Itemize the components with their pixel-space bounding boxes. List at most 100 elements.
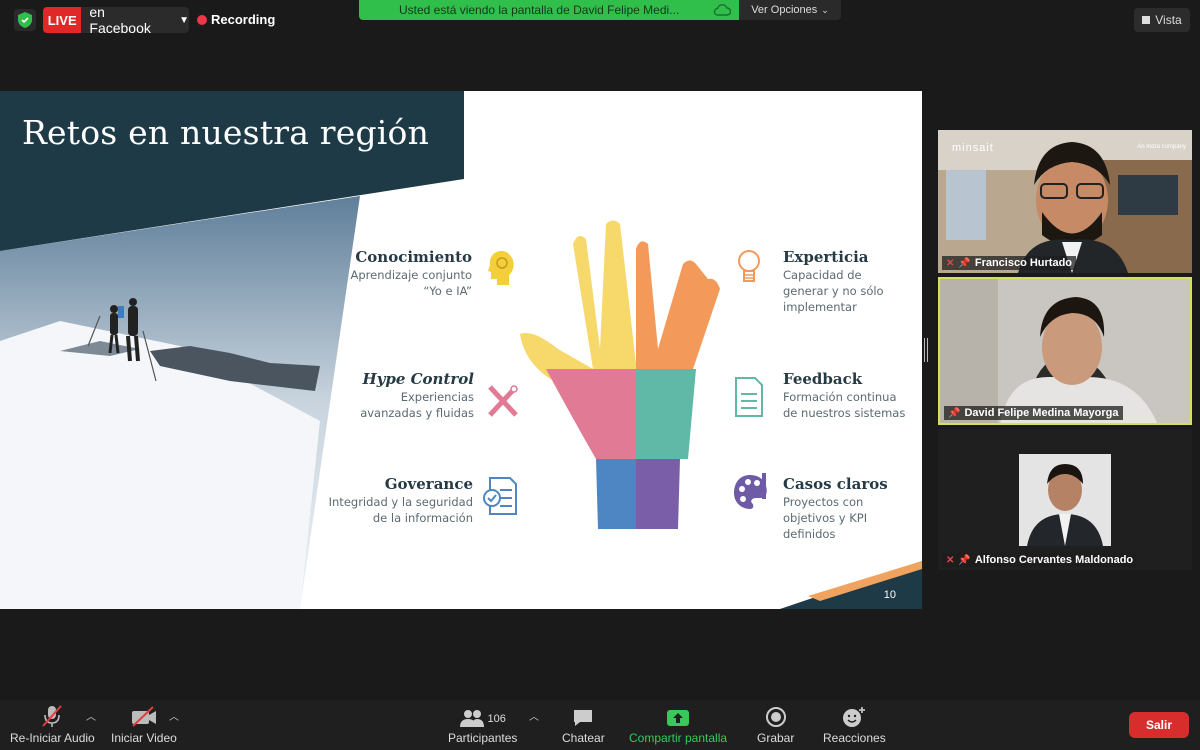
audio-button[interactable]: Re-Iniciar Audio	[10, 704, 95, 745]
item-title: Feedback	[783, 370, 863, 388]
item-desc: de la información	[372, 511, 473, 525]
panel-resize-handle[interactable]	[924, 338, 928, 362]
share-screen-icon	[666, 704, 690, 728]
item-desc: definidos	[783, 527, 836, 541]
reactions-label: Reacciones	[823, 731, 886, 745]
security-shield-icon[interactable]	[14, 9, 36, 31]
participant-name: David Felipe Medina Mayorga	[964, 407, 1119, 419]
pin-icon: 📌	[948, 407, 961, 419]
participant-name: Francisco Hurtado	[974, 257, 1073, 269]
item-title: Hype Control	[362, 370, 474, 388]
participant-tile[interactable]: ✕ 📌 Alfonso Cervantes Maldonado	[938, 429, 1192, 570]
hand-puzzle-illustration	[520, 220, 720, 529]
participant-video	[940, 279, 1190, 423]
recording-label: Recording	[211, 12, 276, 27]
live-destination: en Facebook	[89, 7, 151, 33]
chevron-down-icon: ⌄	[821, 4, 829, 15]
item-title: Conocimiento	[355, 248, 472, 266]
video-options-caret[interactable]: ︿	[169, 708, 179, 723]
pin-icon: 📌	[958, 554, 971, 566]
live-tag: LIVE	[43, 7, 82, 33]
video-off-icon	[131, 704, 157, 728]
palette-icon	[734, 473, 767, 509]
recording-indicator[interactable]: Recording	[197, 12, 275, 27]
caret-down-icon: ▼	[179, 14, 189, 26]
live-stream-button[interactable]: LIVE en Facebook ▼	[43, 7, 189, 33]
challenge-item-governance: Goverance Integridad y la seguridad de l…	[300, 475, 473, 525]
slide-title: Retos en nuestra región	[22, 113, 430, 152]
shared-slide: Retos en nuestra región Conocimiento Apr…	[0, 91, 922, 609]
record-icon	[765, 704, 787, 728]
leave-label: Salir	[1145, 718, 1172, 732]
participant-name-label: ✕ 📌 Alfonso Cervantes Maldonado	[942, 553, 1138, 567]
participants-button[interactable]: 106 Participantes	[448, 704, 517, 745]
record-dot-icon	[197, 14, 207, 25]
item-desc: Experiencias	[400, 390, 474, 404]
leave-meeting-button[interactable]: Salir	[1129, 712, 1189, 738]
document-lines-icon	[735, 377, 763, 417]
challenge-item-hype-control: Hype Control Experiencias avanzadas y fl…	[300, 370, 474, 420]
meeting-toolbar: Re-Iniciar Audio ︿ Iniciar Video ︿ 106 P…	[0, 700, 1200, 750]
participants-count: 106	[487, 713, 506, 725]
document-check-icon	[483, 477, 517, 515]
muted-microphone-icon	[40, 704, 64, 728]
view-button-label: Vista	[1155, 13, 1182, 27]
screen-share-banner: Usted está viendo la pantalla de David F…	[359, 0, 739, 20]
grid-view-icon	[1142, 16, 1151, 24]
muted-mic-icon: ✕	[946, 257, 955, 269]
share-screen-label: Compartir pantalla	[629, 731, 728, 745]
challenge-item-expertise: Experticia Capacidad de generar y no sól…	[783, 248, 913, 314]
chat-button[interactable]: Chatear	[562, 704, 605, 745]
view-options-button[interactable]: Ver Opciones ⌄	[739, 0, 841, 20]
item-desc: objetivos y KPI	[783, 511, 868, 525]
participant-name-label: ✕ 📌 Francisco Hurtado	[942, 256, 1077, 270]
item-title: Casos claros	[783, 475, 888, 493]
chat-bubble-icon	[572, 704, 594, 728]
video-label: Iniciar Video	[111, 731, 177, 745]
reactions-button[interactable]: Reacciones	[823, 704, 886, 745]
slide-page-number: 10	[883, 589, 896, 601]
item-desc: avanzadas y fluidas	[360, 406, 474, 420]
chat-label: Chatear	[562, 731, 605, 745]
smiley-plus-icon	[842, 704, 866, 728]
view-button[interactable]: Vista	[1134, 8, 1190, 32]
item-desc: Integridad y la seguridad	[328, 495, 473, 509]
participants-icon	[459, 710, 484, 727]
share-screen-button[interactable]: Compartir pantalla	[629, 704, 727, 745]
item-desc: “Yo e IA”	[423, 284, 472, 298]
participant-name: Alfonso Cervantes Maldonado	[974, 554, 1134, 566]
audio-options-caret[interactable]: ︿	[86, 708, 96, 723]
participants-options-caret[interactable]: ︿	[529, 708, 539, 723]
item-desc: Capacidad de	[783, 268, 862, 282]
tools-icon	[488, 385, 518, 417]
muted-mic-icon: ✕	[946, 554, 955, 566]
company-logo-text: minsait	[952, 142, 994, 154]
item-title: Goverance	[384, 475, 473, 493]
item-desc: implementar	[783, 300, 857, 314]
company-tagline-text: An Indra company	[1137, 144, 1186, 150]
participant-avatar	[1019, 454, 1111, 546]
audio-label: Re-Iniciar Audio	[10, 731, 95, 745]
participant-tile[interactable]: minsait An Indra company ✕ 📌 Francisco H…	[938, 130, 1192, 273]
item-desc: de nuestros sistemas	[783, 406, 906, 420]
challenge-item-knowledge: Conocimiento Aprendizaje conjunto “Yo e …	[300, 248, 472, 298]
item-desc: generar y no sólo	[783, 284, 884, 298]
item-desc: Proyectos con	[783, 495, 864, 509]
video-button[interactable]: Iniciar Video	[111, 704, 177, 745]
participants-label: Participantes	[448, 731, 518, 745]
share-banner-text: Usted está viendo la pantalla de David F…	[399, 3, 680, 17]
lightbulb-icon	[738, 250, 760, 282]
view-options-label: Ver Opciones	[751, 4, 818, 16]
record-button[interactable]: Grabar	[757, 704, 794, 745]
item-desc: Aprendizaje conjunto	[350, 268, 472, 282]
cloud-icon	[713, 4, 731, 16]
pin-icon: 📌	[958, 257, 971, 269]
participant-name-label: 📌 David Felipe Medina Mayorga	[944, 406, 1123, 420]
item-title: Experticia	[783, 248, 869, 266]
participant-tile-active-speaker[interactable]: 📌 David Felipe Medina Mayorga	[938, 277, 1192, 425]
challenge-item-clear-cases: Casos claros Proyectos con objetivos y K…	[783, 475, 913, 541]
record-label: Grabar	[757, 731, 795, 745]
head-brain-icon	[488, 251, 514, 285]
item-desc: Formación continua	[783, 390, 897, 404]
challenge-item-feedback: Feedback Formación continua de nuestros …	[783, 370, 918, 420]
